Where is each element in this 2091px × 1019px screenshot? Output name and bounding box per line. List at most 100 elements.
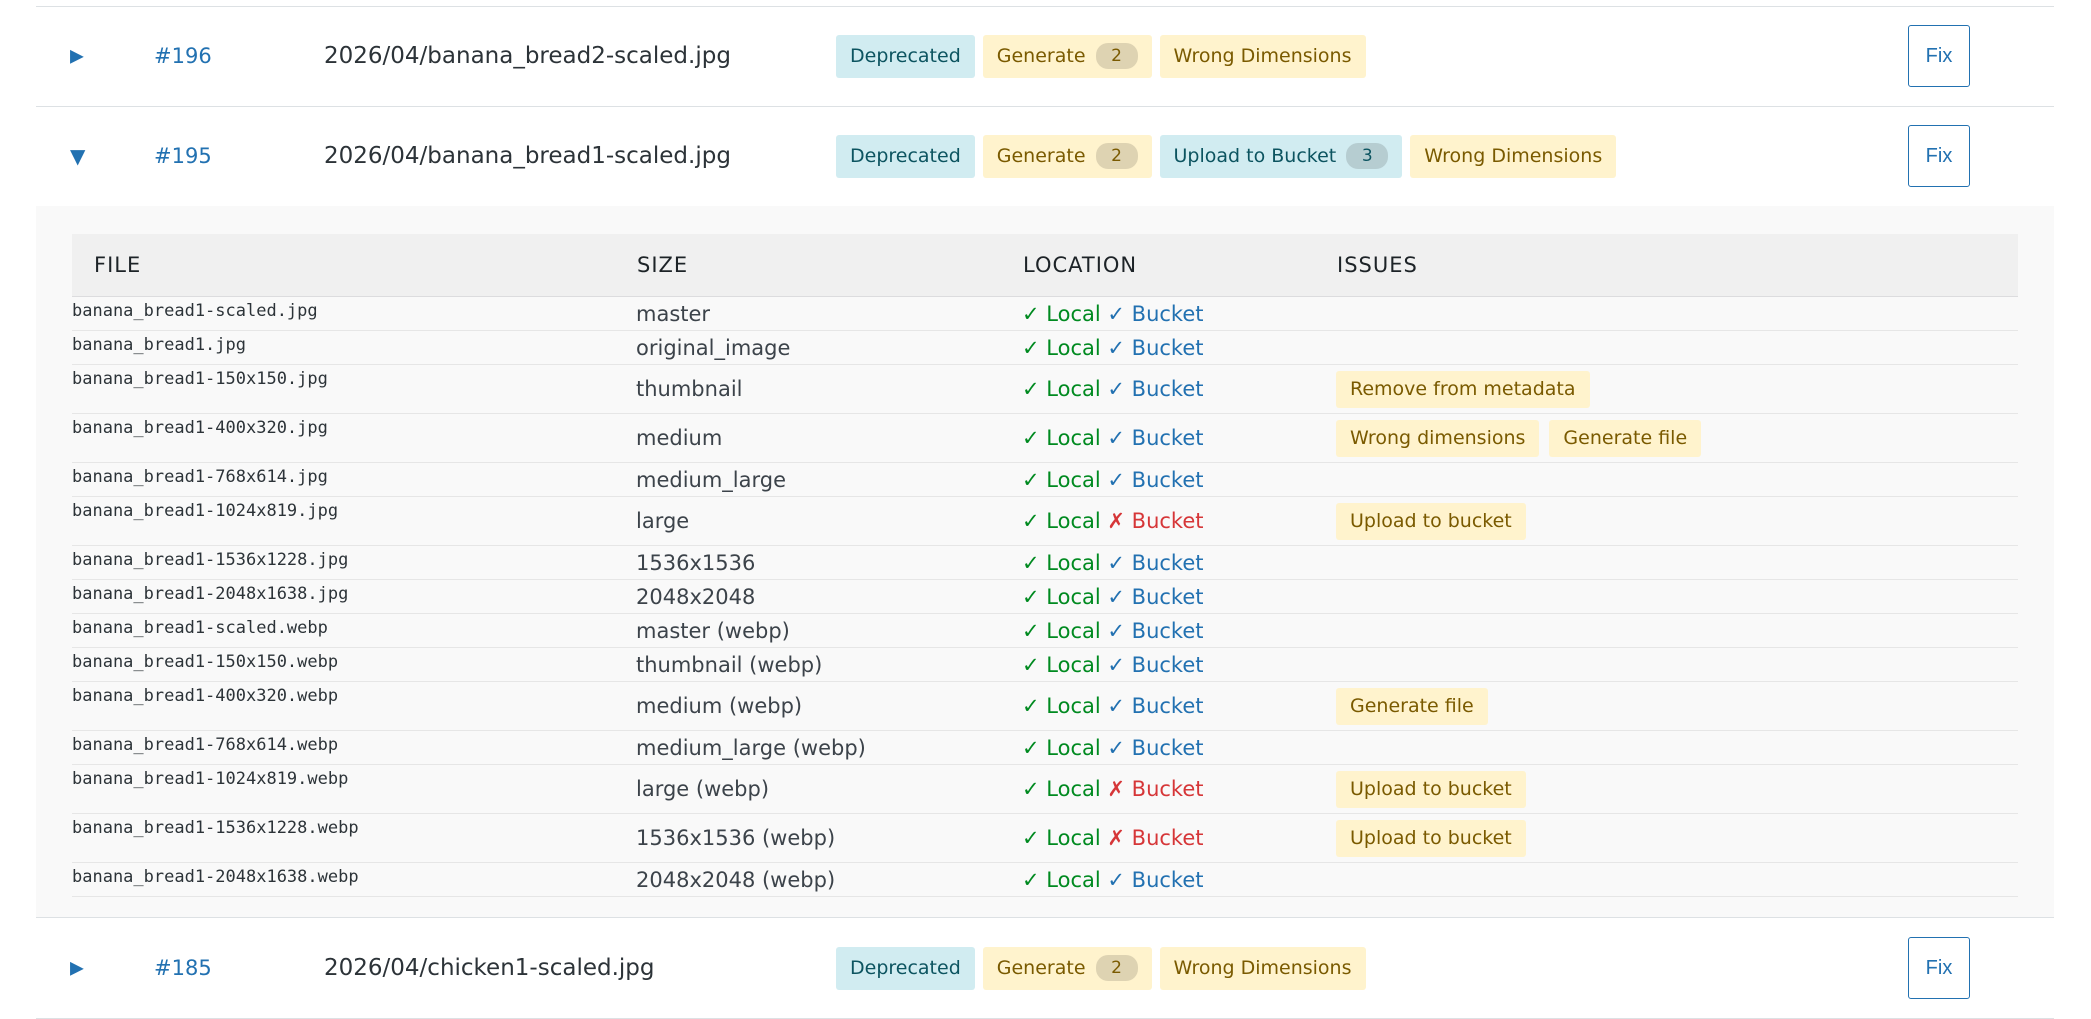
badge-count: 2	[1095, 43, 1138, 69]
file-size-name: medium	[636, 413, 1022, 463]
expand-toggle-icon[interactable]: ▼	[70, 144, 85, 168]
status-badge: Deprecated	[836, 946, 975, 990]
file-size-name: 2048x2048 (webp)	[636, 862, 1022, 897]
attachment-path: 2026/04/chicken1-scaled.jpg	[324, 955, 655, 981]
badge-count: 2	[1095, 143, 1138, 169]
badge-label: Generate	[996, 957, 1086, 979]
badge-label: Wrong Dimensions	[1173, 45, 1352, 67]
status-badge: Generate 2	[982, 34, 1152, 78]
file-name: banana_bread1-1536x1228.jpg	[72, 545, 636, 580]
local-status: ✓ Local	[1022, 335, 1101, 360]
local-status: ✓ Local	[1022, 426, 1101, 450]
attachment-id-link[interactable]: #185	[154, 956, 212, 980]
file-row: banana_bread1-1536x1228.jpg 1536x1536 ✓ …	[72, 545, 2018, 580]
file-name: banana_bread1-150x150.webp	[72, 647, 636, 682]
expand-toggle-icon[interactable]: ▶	[70, 958, 84, 979]
attachment-path: 2026/04/banana_bread1-scaled.jpg	[324, 143, 731, 169]
local-status: ✓ Local	[1022, 584, 1101, 609]
local-status: ✓ Local	[1022, 735, 1101, 760]
local-status: ✓ Local	[1022, 467, 1101, 492]
file-location: ✓ Local ✓ Bucket	[1022, 647, 1336, 682]
bucket-status: ✓ Bucket	[1107, 426, 1204, 450]
attachment-details-panel: FILE SIZE LOCATION ISSUES banana_bread1-…	[36, 206, 2054, 918]
file-size-name: large	[636, 496, 1022, 546]
issue-badge: Generate file	[1549, 419, 1702, 457]
attachment-row-196: ▶ #196 2026/04/banana_bread2-scaled.jpg …	[36, 6, 2054, 107]
file-row: banana_bread1.jpg original_image ✓ Local…	[72, 330, 2018, 365]
file-size-name: 2048x2048	[636, 579, 1022, 614]
file-row: banana_bread1-400x320.webp medium (webp)…	[72, 681, 2018, 731]
issue-badge: Remove from metadata	[1336, 370, 1590, 408]
badge-label: Upload to Bucket	[1173, 145, 1337, 167]
file-issues	[1336, 730, 2018, 765]
file-location: ✓ Local ✗ Bucket	[1022, 813, 1336, 863]
status-badge: Wrong Dimensions	[1410, 134, 1617, 178]
fix-button[interactable]: Fix	[1908, 25, 1970, 87]
file-location: ✓ Local ✓ Bucket	[1022, 364, 1336, 414]
file-row: banana_bread1-150x150.jpg thumbnail ✓ Lo…	[72, 364, 2018, 414]
file-row: banana_bread1-150x150.webp thumbnail (we…	[72, 647, 2018, 682]
file-issues: Generate file	[1336, 681, 2018, 731]
files-table-header: FILE SIZE LOCATION ISSUES	[72, 234, 2018, 297]
local-status: ✓ Local	[1022, 618, 1101, 643]
attachment-id-link[interactable]: #196	[154, 44, 212, 68]
local-status: ✓ Local	[1022, 377, 1101, 401]
file-row: banana_bread1-1024x819.jpg large ✓ Local…	[72, 496, 2018, 546]
file-issues	[1336, 647, 2018, 682]
file-row: banana_bread1-400x320.jpg medium ✓ Local…	[72, 413, 2018, 463]
file-location: ✓ Local ✓ Bucket	[1022, 862, 1336, 897]
attachment-id-link[interactable]: #195	[154, 144, 212, 168]
file-issues	[1336, 862, 2018, 897]
issue-badge: Upload to bucket	[1336, 770, 1526, 808]
fix-button[interactable]: Fix	[1908, 937, 1970, 999]
file-issues: Remove from metadata	[1336, 364, 2018, 414]
bucket-status: ✗ Bucket	[1107, 777, 1204, 801]
status-badge: Generate 2	[982, 946, 1152, 990]
fix-button[interactable]: Fix	[1908, 125, 1970, 187]
file-size-name: medium_large	[636, 462, 1022, 497]
bucket-status: ✓ Bucket	[1107, 867, 1204, 892]
file-size-name: medium_large (webp)	[636, 730, 1022, 765]
file-row: banana_bread1-768x614.jpg medium_large ✓…	[72, 462, 2018, 497]
badge-label: Deprecated	[850, 45, 961, 67]
file-name: banana_bread1-2048x1638.webp	[72, 862, 636, 897]
status-badge: Wrong Dimensions	[1159, 946, 1366, 990]
bucket-status: ✓ Bucket	[1107, 618, 1204, 643]
bucket-status: ✓ Bucket	[1107, 550, 1204, 575]
file-location: ✓ Local ✓ Bucket	[1022, 681, 1336, 731]
file-issues: Upload to bucket	[1336, 764, 2018, 814]
badge-label: Wrong Dimensions	[1424, 145, 1603, 167]
badge-label: Deprecated	[850, 145, 961, 167]
file-name: banana_bread1-1024x819.webp	[72, 764, 636, 814]
file-name: banana_bread1-400x320.webp	[72, 681, 636, 731]
file-size-name: 1536x1536 (webp)	[636, 813, 1022, 863]
file-location: ✓ Local ✓ Bucket	[1022, 462, 1336, 497]
status-badge: Wrong Dimensions	[1159, 34, 1366, 78]
header-size: SIZE	[636, 234, 1022, 297]
badge-label: Generate	[996, 145, 1086, 167]
issue-badge: Wrong dimensions	[1336, 419, 1540, 457]
file-row: banana_bread1-scaled.jpg master ✓ Local …	[72, 296, 2018, 331]
header-file: FILE	[72, 234, 636, 297]
attachment-row-195: ▼ #195 2026/04/banana_bread1-scaled.jpg …	[36, 106, 2054, 207]
file-name: banana_bread1-400x320.jpg	[72, 413, 636, 463]
local-status: ✓ Local	[1022, 550, 1101, 575]
file-location: ✓ Local ✓ Bucket	[1022, 579, 1336, 614]
issue-badge: Upload to bucket	[1336, 819, 1526, 857]
file-size-name: 1536x1536	[636, 545, 1022, 580]
bucket-status: ✗ Bucket	[1107, 826, 1204, 850]
local-status: ✓ Local	[1022, 694, 1101, 718]
expand-toggle-icon[interactable]: ▶	[70, 46, 84, 67]
bucket-status: ✓ Bucket	[1107, 301, 1204, 326]
file-name: banana_bread1-768x614.webp	[72, 730, 636, 765]
file-row: banana_bread1-scaled.webp master (webp) …	[72, 613, 2018, 648]
local-status: ✓ Local	[1022, 509, 1101, 533]
file-name: banana_bread1-2048x1638.jpg	[72, 579, 636, 614]
header-location: LOCATION	[1022, 234, 1336, 297]
file-row: banana_bread1-1024x819.webp large (webp)…	[72, 764, 2018, 814]
file-size-name: master	[636, 296, 1022, 331]
local-status: ✓ Local	[1022, 867, 1101, 892]
local-status: ✓ Local	[1022, 301, 1101, 326]
file-row: banana_bread1-768x614.webp medium_large …	[72, 730, 2018, 765]
status-badges: Deprecated Generate 2 Wrong Dimensions	[836, 946, 1366, 990]
